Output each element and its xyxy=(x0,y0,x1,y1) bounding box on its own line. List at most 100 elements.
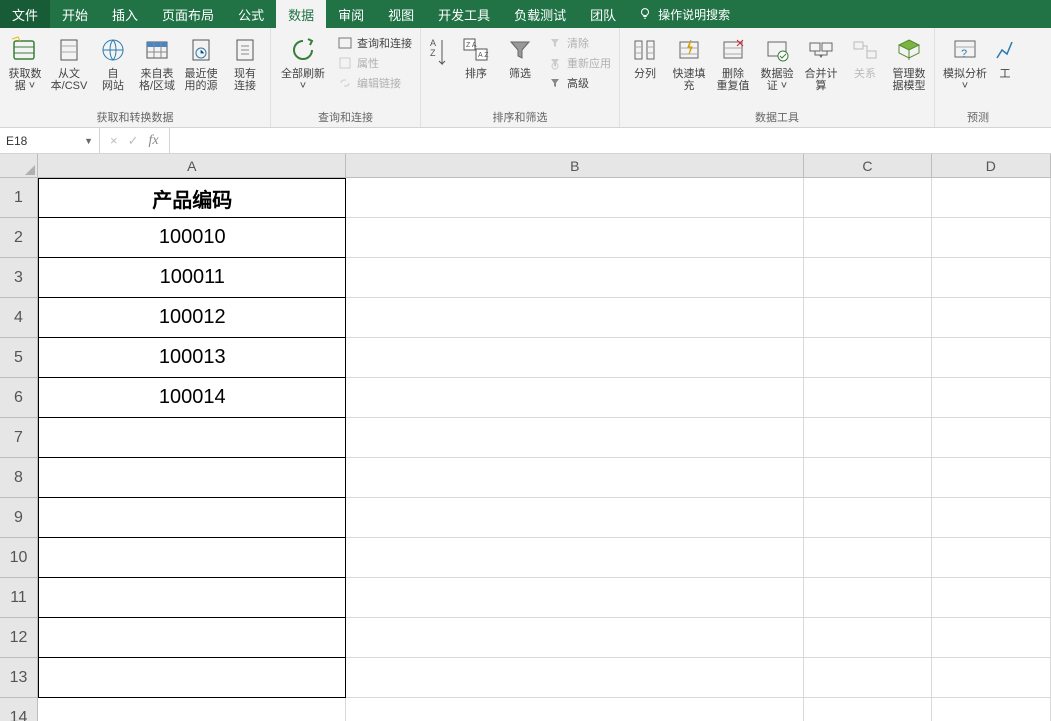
cancel-icon[interactable]: × xyxy=(110,133,118,148)
cell-B7[interactable] xyxy=(346,418,804,458)
manage-model-button[interactable]: 管理数 据模型 xyxy=(888,30,930,92)
from-table-button[interactable]: 来自表 格/区域 xyxy=(136,30,178,92)
get-data-button[interactable]: 获取数 据 ˅ xyxy=(4,30,46,92)
row-header-14[interactable]: 14 xyxy=(0,698,38,721)
from-csv-button[interactable]: 从文 本/CSV xyxy=(48,30,90,92)
cell-D14[interactable] xyxy=(932,698,1051,721)
row-header-4[interactable]: 4 xyxy=(0,298,38,338)
row-header-1[interactable]: 1 xyxy=(0,178,38,218)
flash-fill-button[interactable]: 快速填充 xyxy=(668,30,710,92)
cell-D4[interactable] xyxy=(932,298,1051,338)
reapply-button[interactable]: 重新应用 xyxy=(543,54,615,72)
cell-A14[interactable] xyxy=(38,698,346,721)
cell-A5[interactable]: 100013 xyxy=(38,338,346,378)
cell-C8[interactable] xyxy=(804,458,931,498)
cell-C9[interactable] xyxy=(804,498,931,538)
cell-D2[interactable] xyxy=(932,218,1051,258)
filter-button[interactable]: 筛选 xyxy=(499,30,541,80)
cell-D7[interactable] xyxy=(932,418,1051,458)
properties-button[interactable]: 属性 xyxy=(333,54,416,72)
cell-B9[interactable] xyxy=(346,498,804,538)
row-header-7[interactable]: 7 xyxy=(0,418,38,458)
col-header-B[interactable]: B xyxy=(346,154,804,178)
cell-C6[interactable] xyxy=(804,378,931,418)
cell-B3[interactable] xyxy=(346,258,804,298)
cell-D9[interactable] xyxy=(932,498,1051,538)
cell-C4[interactable] xyxy=(804,298,931,338)
name-box[interactable]: E18 ▼ xyxy=(0,128,100,153)
cell-A12[interactable] xyxy=(38,618,346,658)
cell-A2[interactable]: 100010 xyxy=(38,218,346,258)
cell-C5[interactable] xyxy=(804,338,931,378)
cell-D3[interactable] xyxy=(932,258,1051,298)
cell-C7[interactable] xyxy=(804,418,931,458)
existing-connections-button[interactable]: 现有 连接 xyxy=(224,30,266,92)
tab-layout[interactable]: 页面布局 xyxy=(150,0,226,28)
cell-C12[interactable] xyxy=(804,618,931,658)
cell-D6[interactable] xyxy=(932,378,1051,418)
cell-A13[interactable] xyxy=(38,658,346,698)
tab-data[interactable]: 数据 xyxy=(276,0,326,28)
cell-B1[interactable] xyxy=(346,178,804,218)
tab-home[interactable]: 开始 xyxy=(50,0,100,28)
tab-formulas[interactable]: 公式 xyxy=(226,0,276,28)
cell-C13[interactable] xyxy=(804,658,931,698)
data-validation-button[interactable]: 数据验 证 ˅ xyxy=(756,30,798,92)
sort-az-button[interactable]: AZ xyxy=(425,30,453,74)
cell-C11[interactable] xyxy=(804,578,931,618)
cells-grid[interactable]: 产品编码100010100011100012100013100014 xyxy=(38,178,1051,721)
whatif-button[interactable]: ? 模拟分析 ˅ xyxy=(939,30,991,92)
cell-C3[interactable] xyxy=(804,258,931,298)
row-header-13[interactable]: 13 xyxy=(0,658,38,698)
cell-B11[interactable] xyxy=(346,578,804,618)
tab-view[interactable]: 视图 xyxy=(376,0,426,28)
cell-D10[interactable] xyxy=(932,538,1051,578)
cell-B12[interactable] xyxy=(346,618,804,658)
sort-button[interactable]: Z AA Z 排序 xyxy=(455,30,497,80)
advanced-filter-button[interactable]: 高级 xyxy=(543,74,615,92)
cell-D11[interactable] xyxy=(932,578,1051,618)
from-web-button[interactable]: 自 网站 xyxy=(92,30,134,92)
select-all-corner[interactable] xyxy=(0,154,38,178)
row-header-2[interactable]: 2 xyxy=(0,218,38,258)
row-header-12[interactable]: 12 xyxy=(0,618,38,658)
cell-B14[interactable] xyxy=(346,698,804,721)
consolidate-button[interactable]: 合并计算 xyxy=(800,30,842,92)
cell-B6[interactable] xyxy=(346,378,804,418)
recent-sources-button[interactable]: 最近使 用的源 xyxy=(180,30,222,92)
cell-A9[interactable] xyxy=(38,498,346,538)
tab-review[interactable]: 审阅 xyxy=(326,0,376,28)
row-header-11[interactable]: 11 xyxy=(0,578,38,618)
remove-dup-button[interactable]: 删除 重复值 xyxy=(712,30,754,92)
formula-input[interactable] xyxy=(170,128,1051,153)
clear-filter-button[interactable]: 清除 xyxy=(543,34,615,52)
cell-C10[interactable] xyxy=(804,538,931,578)
edit-links-button[interactable]: 编辑链接 xyxy=(333,74,416,92)
row-header-6[interactable]: 6 xyxy=(0,378,38,418)
tell-me-search[interactable]: 操作说明搜索 xyxy=(628,0,740,28)
col-header-D[interactable]: D xyxy=(932,154,1051,178)
row-header-8[interactable]: 8 xyxy=(0,458,38,498)
cell-B8[interactable] xyxy=(346,458,804,498)
cell-A6[interactable]: 100014 xyxy=(38,378,346,418)
relationships-button[interactable]: 关系 xyxy=(844,30,886,80)
confirm-icon[interactable]: ✓ xyxy=(128,133,139,149)
cell-A4[interactable]: 100012 xyxy=(38,298,346,338)
tab-team[interactable]: 团队 xyxy=(578,0,628,28)
cell-A11[interactable] xyxy=(38,578,346,618)
cell-C1[interactable] xyxy=(804,178,931,218)
cell-C14[interactable] xyxy=(804,698,931,721)
tab-file[interactable]: 文件 xyxy=(0,0,50,28)
cell-D13[interactable] xyxy=(932,658,1051,698)
text-to-columns-button[interactable]: 分列 xyxy=(624,30,666,80)
forecast-sheet-button[interactable]: 工 xyxy=(993,30,1017,80)
cell-A3[interactable]: 100011 xyxy=(38,258,346,298)
cell-B10[interactable] xyxy=(346,538,804,578)
col-header-A[interactable]: A xyxy=(38,154,346,178)
tab-dev[interactable]: 开发工具 xyxy=(426,0,502,28)
cell-D8[interactable] xyxy=(932,458,1051,498)
col-header-C[interactable]: C xyxy=(804,154,931,178)
row-header-9[interactable]: 9 xyxy=(0,498,38,538)
tab-loadtest[interactable]: 负载测试 xyxy=(502,0,578,28)
row-header-3[interactable]: 3 xyxy=(0,258,38,298)
